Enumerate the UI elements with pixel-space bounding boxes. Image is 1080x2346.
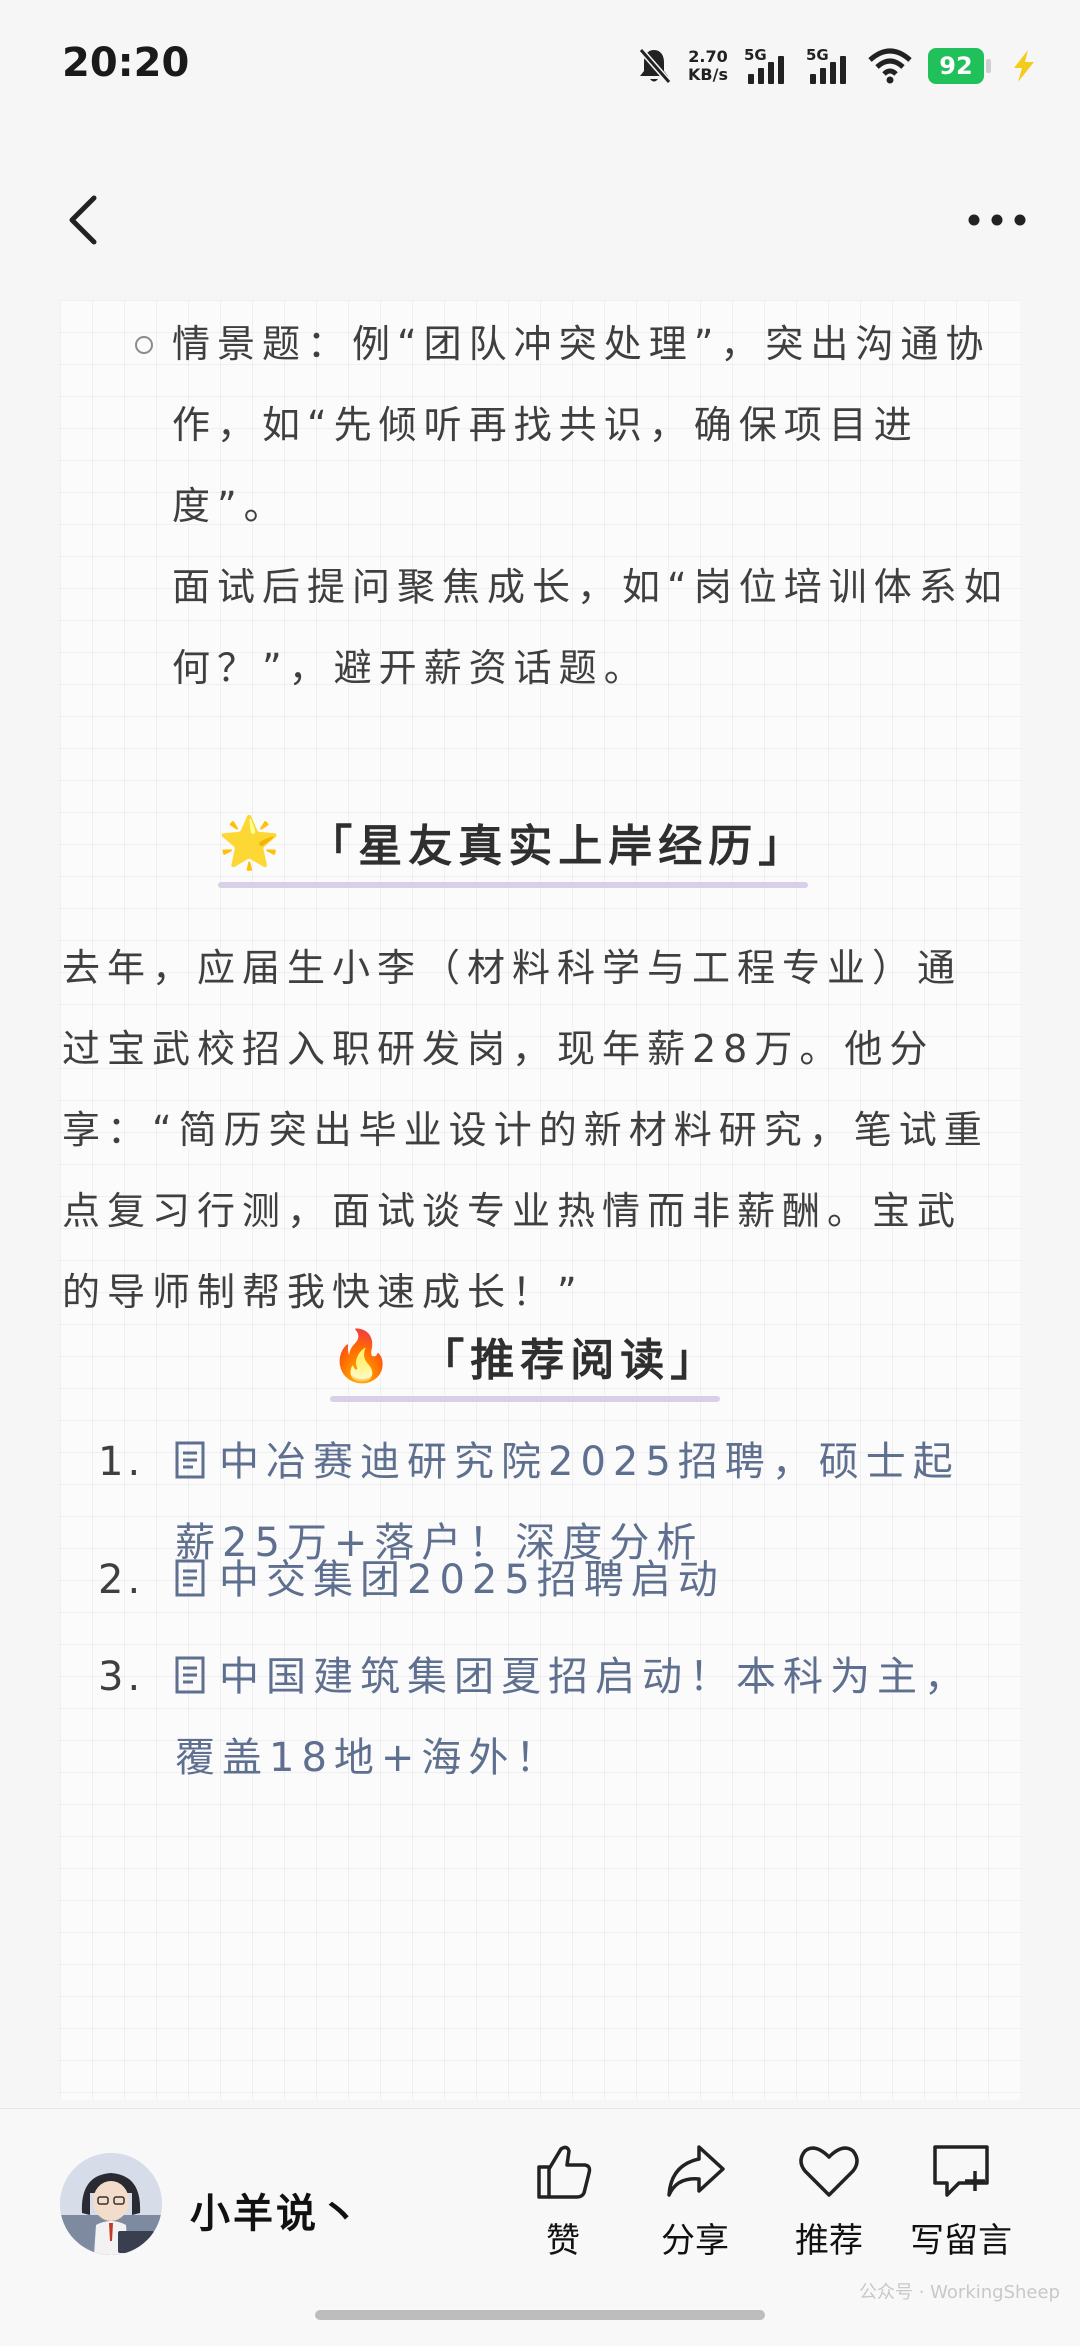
share-arrow-icon bbox=[667, 2145, 725, 2197]
story-section-heading: 🌟 「星友真实上岸经历」 bbox=[218, 810, 809, 888]
author-avatar[interactable] bbox=[60, 2153, 162, 2255]
like-button[interactable]: 赞 bbox=[508, 2139, 618, 2262]
recommend-link[interactable]: 中交集团2025招聘启动 bbox=[175, 1540, 995, 1621]
charging-bolt-icon bbox=[1014, 50, 1034, 82]
thumbs-up-icon bbox=[537, 2145, 592, 2199]
comment-plus-icon bbox=[933, 2145, 989, 2197]
wifi-icon bbox=[868, 48, 912, 84]
story-heading-text: 「星友真实上岸经历」 bbox=[308, 821, 809, 872]
more-options-icon[interactable] bbox=[962, 190, 1032, 250]
document-icon bbox=[175, 1441, 205, 1479]
write-comment-button[interactable]: 写留言 bbox=[906, 2139, 1016, 2262]
scenario-question-text: 情景题：例“团队冲突处理”，突出沟通协作，如“先倾听再找共识，确保项目进度”。 bbox=[172, 322, 991, 528]
signal-icon: 5G bbox=[744, 46, 790, 86]
mute-bell-icon bbox=[638, 48, 672, 84]
author-name[interactable]: 小羊说丶 bbox=[190, 2181, 362, 2239]
battery-icon: 92 bbox=[928, 48, 992, 84]
story-paragraph: 去年，应届生小李（材料科学与工程专业）通过宝武校招入职研发岗，现年薪28万。他分… bbox=[62, 946, 989, 1314]
star-emoji-icon: 🌟 bbox=[218, 813, 281, 871]
post-interview-text: 面试后提问聚焦成长，如“岗位培训体系如何？”，避开薪资话题。 bbox=[172, 565, 1009, 690]
recommend-link[interactable]: 中国建筑集团夏招启动！本科为主，覆盖18地+海外！ bbox=[175, 1637, 995, 1799]
heart-icon bbox=[799, 2146, 859, 2197]
article-content: 情景题：例“团队冲突处理”，突出沟通协作，如“先倾听再找共识，确保项目进度”。 … bbox=[60, 300, 1020, 2100]
home-indicator[interactable] bbox=[315, 2310, 765, 2320]
bullet-circle-icon bbox=[135, 336, 153, 354]
status-icons: 2.70 KB/s 5G 5G 92 bbox=[636, 44, 1038, 88]
recommend-heading-text: 「推荐阅读」 bbox=[420, 1335, 721, 1386]
share-button[interactable]: 分享 bbox=[640, 2139, 750, 2262]
status-time: 20:20 bbox=[62, 40, 190, 86]
recommend-section-heading: 🔥 「推荐阅读」 bbox=[330, 1324, 721, 1402]
nav-bar bbox=[0, 160, 1080, 280]
document-icon bbox=[175, 1559, 205, 1597]
back-arrow-icon[interactable] bbox=[58, 190, 118, 250]
status-bar: 20:20 2.70 KB/s 5G 5G 92 bbox=[0, 0, 1080, 130]
avatar-image bbox=[60, 2153, 162, 2255]
recommend-button[interactable]: 推荐 bbox=[774, 2139, 884, 2262]
net-speed: 2.70 KB/s bbox=[688, 47, 728, 84]
watermark: 公众号 · WorkingSheep bbox=[859, 2282, 1060, 2303]
signal-icon: 5G bbox=[806, 46, 852, 86]
fire-emoji-icon: 🔥 bbox=[330, 1327, 393, 1385]
document-icon bbox=[175, 1656, 205, 1694]
